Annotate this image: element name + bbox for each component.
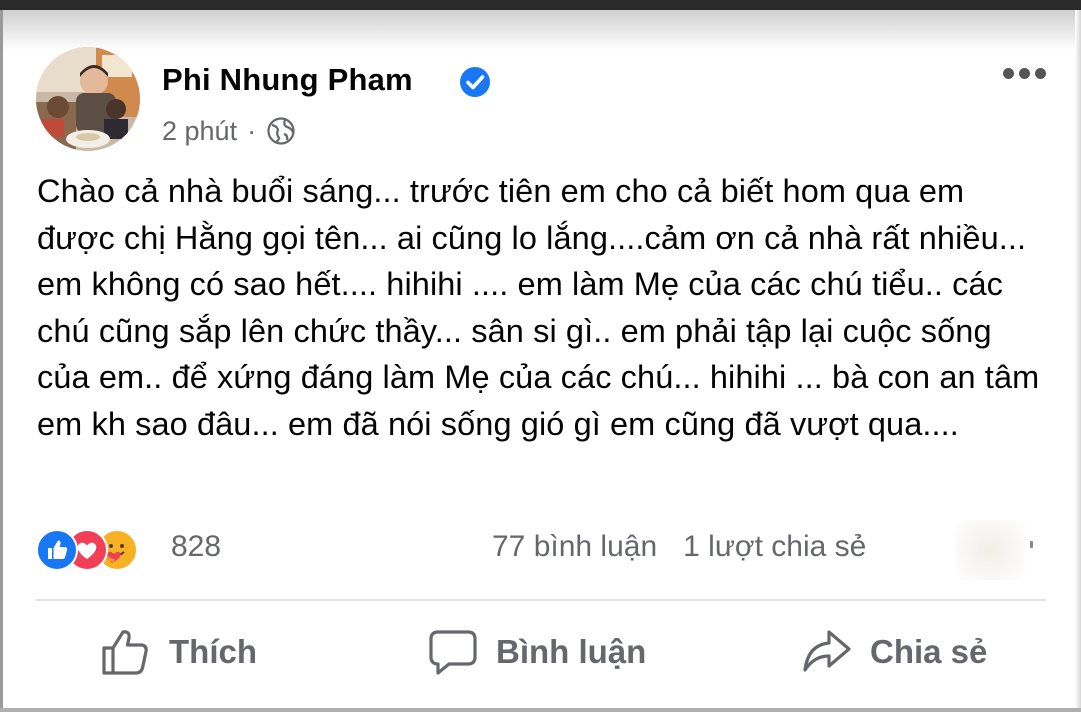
- share-button[interactable]: Chia sẻ: [802, 622, 987, 682]
- comment-button[interactable]: Bình luận: [428, 622, 646, 682]
- comment-label: Bình luận: [496, 633, 647, 670]
- dot: [1035, 68, 1046, 79]
- comment-icon: [429, 630, 477, 675]
- bottom-edge: [0, 708, 1081, 712]
- more-options-icon[interactable]: [1003, 68, 1046, 79]
- engagement-stats: 77 bình luận 1 lượt chia sẻ: [492, 530, 866, 564]
- verified-badge-icon: [460, 67, 490, 97]
- comment-count-link[interactable]: 77 bình luận: [492, 530, 657, 564]
- share-icon: [803, 630, 851, 672]
- top-shadow: [0, 10, 1081, 50]
- screen-top-bar: [0, 0, 1081, 10]
- share-count-link[interactable]: 1 lượt chia sẻ: [683, 530, 866, 564]
- reaction-count[interactable]: 828: [171, 530, 221, 564]
- post-meta: 2 phút ·: [162, 113, 296, 149]
- like-button[interactable]: Thích: [101, 622, 257, 682]
- left-edge: [0, 10, 3, 712]
- like-label: Thích: [169, 633, 257, 670]
- like-reaction-icon: [36, 529, 78, 571]
- dot: [1003, 68, 1014, 79]
- blurred-area: [955, 520, 1025, 580]
- like-icon: [102, 630, 148, 675]
- share-label: Chia sẻ: [870, 633, 988, 670]
- post-timestamp[interactable]: 2 phút: [162, 116, 237, 147]
- author-avatar[interactable]: [36, 47, 140, 151]
- author-name[interactable]: Phi Nhung Pham: [162, 62, 413, 98]
- post-body-text: Chào cả nhà buổi sáng... trước tiên em c…: [37, 173, 1040, 442]
- meta-separator: ·: [247, 115, 257, 146]
- right-edge: [1075, 10, 1081, 712]
- globe-icon[interactable]: [266, 116, 296, 146]
- reaction-icons[interactable]: [36, 529, 166, 571]
- dot: [1019, 68, 1030, 79]
- divider: [36, 599, 1046, 601]
- edge-mark: [1030, 541, 1033, 548]
